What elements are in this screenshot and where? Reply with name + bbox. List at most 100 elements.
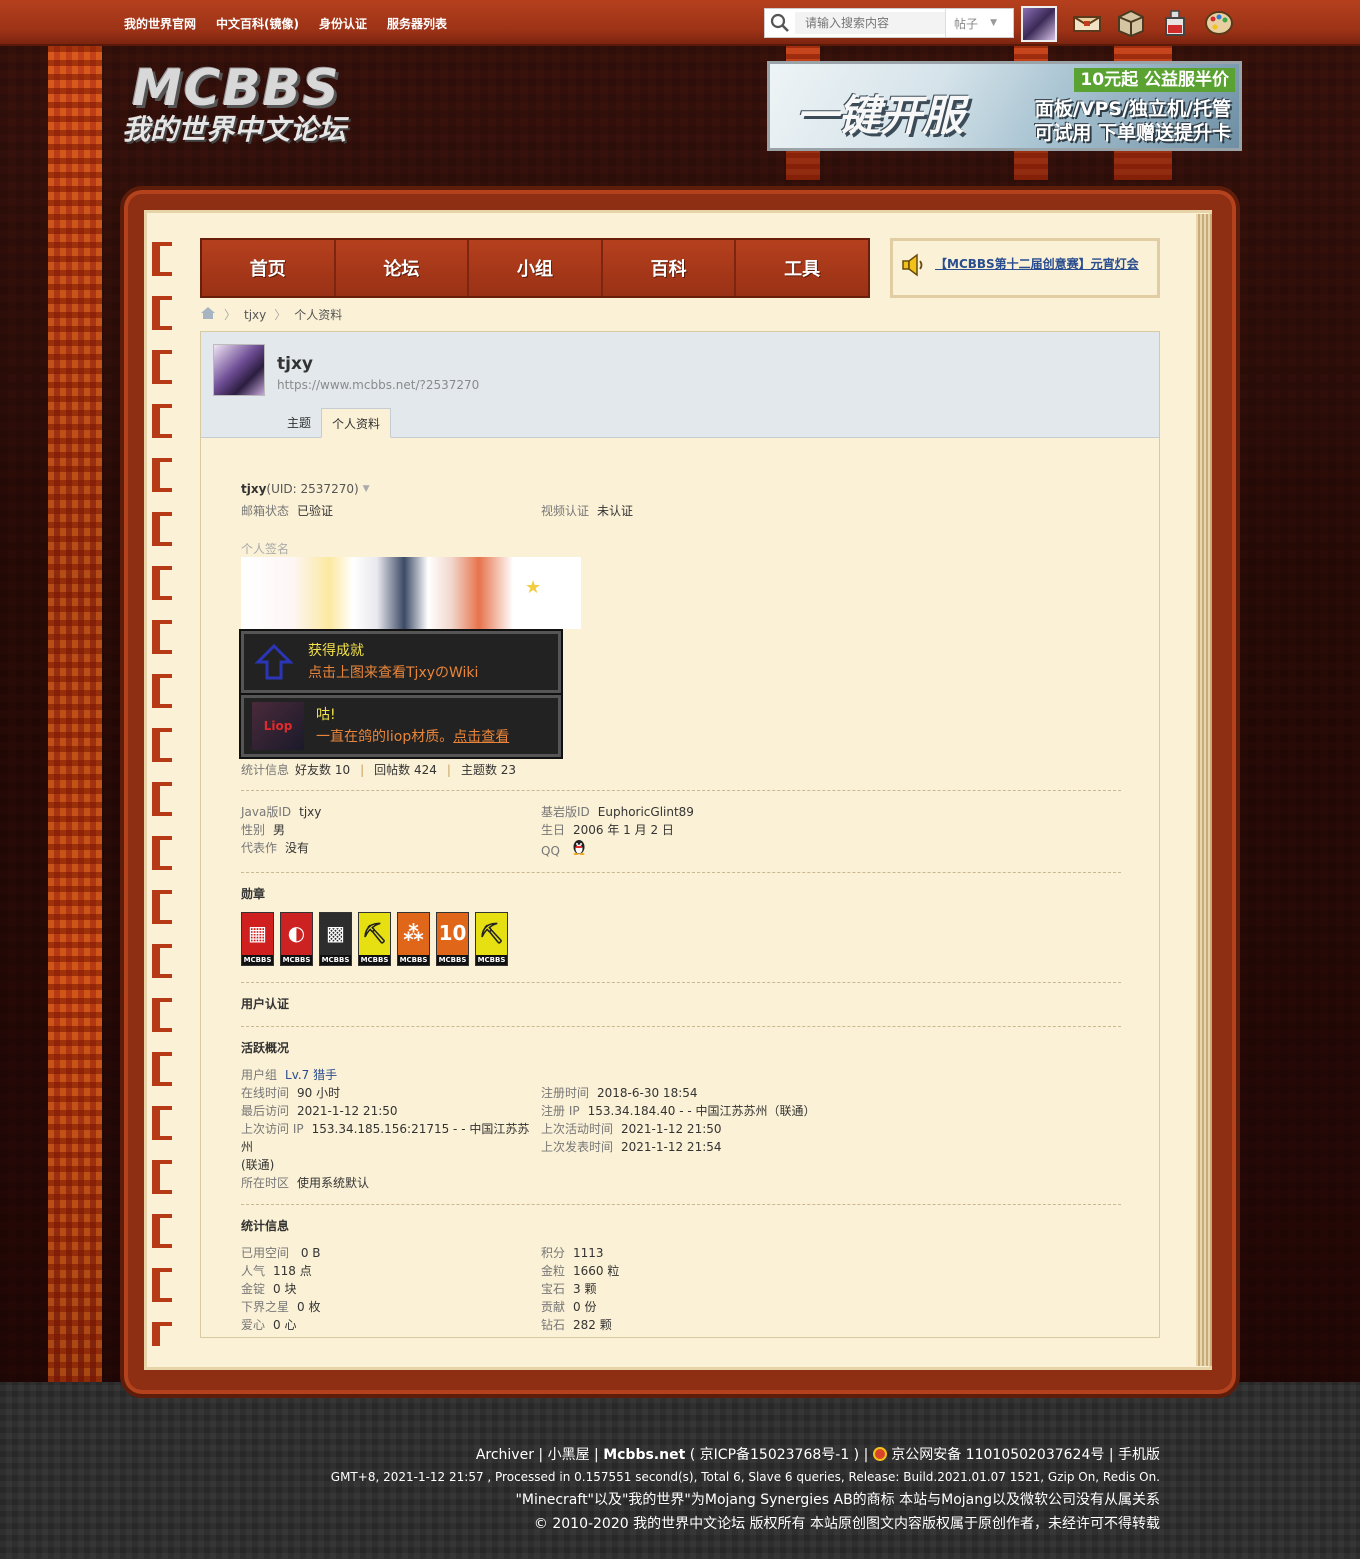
qq-penguin-icon[interactable] (572, 840, 586, 858)
stat-label: 下界之星 (241, 1300, 290, 1314)
stat-value: 0 枚 (297, 1300, 321, 1314)
info-value: EuphoricGlint89 (597, 805, 694, 819)
profile-username: tjxy (277, 354, 314, 374)
message-icon[interactable] (1072, 8, 1102, 38)
medal-icon[interactable]: ⁂ MCBBS (397, 912, 430, 966)
usergroup-value[interactable]: Lv.7 猎手 (285, 1066, 337, 1084)
achievement-card[interactable]: 获得成就 点击上图来查看TjxyのWiki (241, 631, 561, 693)
stat-value: 0 份 (573, 1300, 597, 1314)
stat-threads[interactable]: 主题数 23 (461, 761, 516, 778)
profile-url[interactable]: https://www.mcbbs.net/?2537270 (277, 378, 479, 392)
search-type-label: 帖子 (954, 16, 979, 31)
search-input[interactable] (795, 12, 945, 34)
tab-threads[interactable]: 主题 (277, 408, 321, 438)
search-icon[interactable] (765, 9, 795, 37)
activity-label: 上次活动时间 (541, 1122, 614, 1136)
divider: | (360, 762, 365, 777)
palette-icon[interactable] (1204, 8, 1234, 38)
signature-image[interactable]: ★ (241, 557, 581, 629)
site-logo[interactable]: MCBBS 我的世界中文论坛 (122, 62, 384, 150)
tab-profile[interactable]: 个人资料 (321, 408, 392, 438)
nav-tools[interactable]: 工具 (736, 240, 868, 296)
breadcrumb: 〉 tjxy 〉 个人资料 (200, 306, 342, 323)
stat-label: 金粒 (541, 1264, 566, 1278)
activity-label: 最后访问 (241, 1104, 290, 1118)
divider: | (538, 1447, 548, 1463)
medal-icon[interactable]: ◐ MCBBS (280, 912, 313, 966)
home-icon[interactable] (200, 306, 216, 323)
chevron-down-icon[interactable]: ▼ (363, 480, 370, 498)
medal-glyph: ⛏ (478, 921, 505, 945)
medal-icon[interactable]: ▩ MCBBS (319, 912, 352, 966)
top-link-auth[interactable]: 身份认证 (319, 15, 367, 32)
footer-police[interactable]: 京公网安备 11010502037624号 (891, 1447, 1104, 1463)
medal-icon[interactable]: ▦ MCBBS (241, 912, 274, 966)
ad-banner[interactable]: 10元起 公益服半价 一键开服 面板/VPS/独立机/托管 可试用 下单赠送提升… (767, 61, 1242, 151)
stats-label: 统计信息 (241, 763, 290, 777)
user-avatar[interactable] (1021, 6, 1057, 42)
book-binding (152, 236, 172, 1346)
footer-archiver[interactable]: Archiver (476, 1447, 534, 1463)
medal-tag: MCBBS (476, 955, 507, 965)
stat-replies[interactable]: 回帖数 424 (374, 761, 437, 778)
stat-value: 0 块 (273, 1282, 297, 1296)
stat-label: 人气 (241, 1264, 266, 1278)
breadcrumb-user[interactable]: tjxy (244, 308, 266, 322)
medal-tag: MCBBS (281, 955, 312, 965)
medal-icon[interactable]: 10 MCBBS (436, 912, 469, 966)
lava-column (48, 46, 102, 1382)
footer-darkroom[interactable]: 小黑屋 (548, 1447, 590, 1463)
banner-line3: 可试用 下单赠送提升卡 (1034, 122, 1231, 144)
speaker-icon (901, 253, 927, 280)
divider (241, 982, 1121, 983)
email-label: 邮箱状态 (241, 504, 290, 518)
banner-main: 一键开服 (796, 91, 965, 140)
nav-groups[interactable]: 小组 (469, 240, 603, 296)
search-type-select[interactable]: 帖子 ▼ (945, 9, 1005, 37)
footer-mobile[interactable]: 手机版 (1118, 1447, 1160, 1463)
top-link-wiki[interactable]: 中文百科(镜像) (216, 15, 299, 32)
medal-icon[interactable]: ⛏ MCBBS (475, 912, 508, 966)
stat-value: 0 B (297, 1246, 321, 1260)
potion-icon[interactable] (1160, 8, 1190, 38)
top-link-servers[interactable]: 服务器列表 (387, 15, 447, 32)
achievement2-link[interactable]: 点击查看 (453, 729, 509, 745)
stat-value: 3 颗 (573, 1282, 597, 1296)
stats-title: 统计信息 (241, 1219, 290, 1233)
top-link-official[interactable]: 我的世界官网 (124, 15, 196, 32)
info-label: 性别 (241, 823, 266, 837)
star-icon: ★ (525, 577, 542, 598)
activity-value: 2018-6-30 18:54 (597, 1086, 698, 1100)
footer-site[interactable]: Mcbbs.net (603, 1447, 685, 1463)
top-links: 我的世界官网 中文百科(镜像) 身份认证 服务器列表 (124, 15, 447, 32)
medal-icon[interactable]: ⛏ MCBBS (358, 912, 391, 966)
medal-tag: MCBBS (242, 955, 273, 965)
achievement2-sub: 一直在鸽的liop材质。 (316, 729, 454, 745)
achievement-title: 获得成就 (308, 643, 364, 659)
stat-label: 已用空间 (241, 1246, 290, 1260)
info-label: 代表作 (241, 841, 278, 855)
email-value: 已验证 (297, 504, 334, 518)
breadcrumb-separator: 〉 (274, 308, 287, 322)
logo-sub-text: 我的世界中文论坛 (122, 113, 347, 146)
nav-wiki[interactable]: 百科 (602, 240, 737, 296)
activity-value: 2021-1-12 21:54 (621, 1140, 722, 1154)
medals-title: 勋章 (241, 887, 266, 901)
stat-friends[interactable]: 好友数 10 (295, 761, 350, 778)
footer-icp[interactable]: ( 京ICP备15023768号-1 ) (690, 1447, 859, 1463)
auth-title: 用户认证 (241, 997, 290, 1011)
nav-home[interactable]: 首页 (202, 240, 336, 296)
medal-tag: MCBBS (437, 955, 468, 965)
info-value: 2006 年 1 月 2 日 (573, 823, 674, 837)
profile-avatar[interactable] (213, 344, 265, 396)
activity-value: 90 小时 (297, 1086, 341, 1100)
nav-forum[interactable]: 论坛 (335, 240, 470, 296)
inventory-icon[interactable] (1116, 8, 1146, 38)
achievement-card-2[interactable]: Liop 咕! 一直在鸽的liop材质。点击查看 (241, 695, 561, 757)
announcement-link[interactable]: 【MCBBS第十二届创意赛】元宵灯会 (935, 255, 1139, 272)
activity-label: 所在时区 (241, 1176, 290, 1190)
stat-label: 贡献 (541, 1300, 566, 1314)
activity-value: (联通) (241, 1158, 275, 1172)
video-label: 视频认证 (541, 504, 590, 518)
stat-label: 爱心 (241, 1318, 266, 1332)
